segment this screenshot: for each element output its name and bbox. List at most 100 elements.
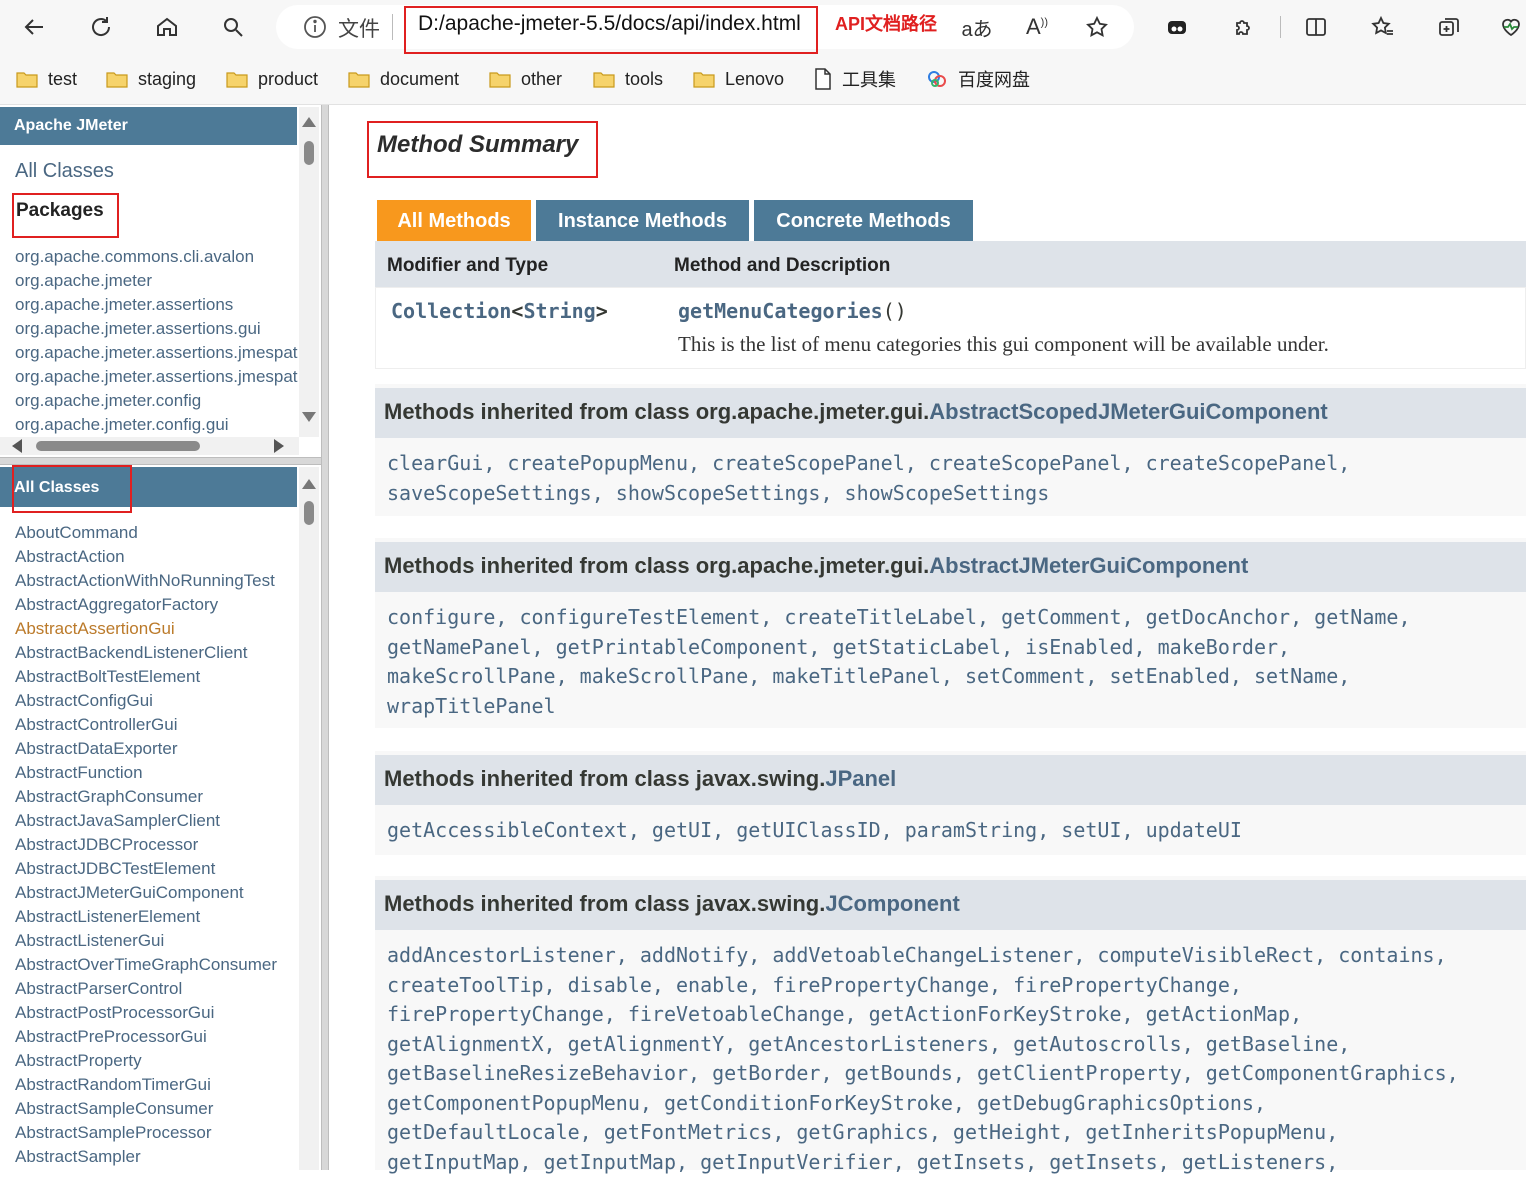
scroll-up-arrow-icon[interactable] xyxy=(302,117,316,127)
class-link[interactable]: AbstractJavaSamplerClient xyxy=(15,811,220,831)
translate-icon[interactable]: aあ xyxy=(958,8,996,46)
bookmark-label: staging xyxy=(138,68,197,89)
class-link[interactable]: AbstractOverTimeGraphConsumer xyxy=(15,955,277,975)
frame-splitter-horizontal[interactable] xyxy=(0,457,321,465)
back-icon[interactable] xyxy=(16,8,54,46)
inherited-class-link[interactable]: JPanel xyxy=(825,766,896,791)
package-link[interactable]: org.apache.jmeter.config xyxy=(15,391,298,411)
scroll-up-arrow-icon[interactable] xyxy=(302,479,316,489)
scroll-left-arrow-icon[interactable] xyxy=(12,439,22,453)
bookmark-staging[interactable]: staging xyxy=(106,66,196,92)
inherited-class-link[interactable]: AbstractScopedJMeterGuiComponent xyxy=(929,399,1328,424)
bookmark-lenovo[interactable]: Lenovo xyxy=(693,66,784,92)
all-classes-highlight-box xyxy=(12,465,132,513)
class-link[interactable]: AbstractListenerElement xyxy=(15,907,200,927)
inherited-class-link[interactable]: AbstractJMeterGuiComponent xyxy=(929,553,1248,578)
performance-icon[interactable] xyxy=(1496,8,1526,46)
method-description: This is the list of menu categories this… xyxy=(678,332,1329,356)
class-link[interactable]: AbstractPostProcessorGui xyxy=(15,1003,214,1023)
bookmark-tools[interactable]: tools xyxy=(593,66,663,92)
class-link[interactable]: AbstractSampleConsumer xyxy=(15,1099,213,1119)
class-link[interactable]: AbstractListenerGui xyxy=(15,931,164,951)
class-link[interactable]: AbstractControllerGui xyxy=(15,715,178,735)
toolbar-separator xyxy=(1280,16,1281,38)
class-link[interactable]: AbstractRandomTimerGui xyxy=(15,1075,211,1095)
class-link[interactable]: AboutCommand xyxy=(15,523,138,543)
bookmark-tools-cn[interactable]: 工具集 xyxy=(814,66,896,92)
cloud-icon xyxy=(928,71,946,87)
tab-all-methods[interactable]: All Methods xyxy=(377,200,531,241)
class-link-active[interactable]: AbstractAssertionGui xyxy=(15,619,175,639)
collections-icon[interactable] xyxy=(1430,8,1468,46)
bookmark-document[interactable]: document xyxy=(348,66,459,92)
all-classes-link[interactable]: All Classes xyxy=(15,160,114,183)
search-icon[interactable] xyxy=(214,8,252,46)
packages-highlight-box xyxy=(12,193,119,238)
packages-horizontal-scrollbar[interactable] xyxy=(0,437,299,455)
class-link[interactable]: AbstractPreProcessorGui xyxy=(15,1027,207,1047)
tab-instance-methods[interactable]: Instance Methods xyxy=(536,200,749,241)
scrollbar-thumb[interactable] xyxy=(36,441,200,451)
package-link[interactable]: org.apache.commons.cli.avalon xyxy=(15,247,298,267)
class-link[interactable]: AbstractAggregatorFactory xyxy=(15,595,218,615)
package-link[interactable]: org.apache.jmeter.assertions.gui xyxy=(15,319,298,339)
class-link[interactable]: AbstractProperty xyxy=(15,1051,142,1071)
inherited-methods-list[interactable]: getAccessibleContext, getUI, getUIClassI… xyxy=(387,816,1242,846)
favorites-icon[interactable] xyxy=(1364,8,1402,46)
class-link[interactable]: AbstractSampleProcessor xyxy=(15,1123,212,1143)
type-link-string[interactable]: String xyxy=(523,299,595,323)
bookmark-baidu-pan[interactable]: 百度网盘 xyxy=(926,66,1030,92)
classes-vertical-scrollbar[interactable] xyxy=(299,467,319,1170)
inherited-title: Methods inherited from class org.apache.… xyxy=(384,399,1328,425)
method-link-getmenucategories[interactable]: getMenuCategories xyxy=(678,299,883,323)
bookmark-label: tools xyxy=(625,68,664,89)
bookmark-test[interactable]: test xyxy=(16,66,77,92)
split-screen-icon[interactable] xyxy=(1297,8,1335,46)
bookmark-product[interactable]: product xyxy=(226,66,318,92)
bookmark-label: test xyxy=(48,68,78,89)
class-link[interactable]: AbstractJDBCProcessor xyxy=(15,835,198,855)
class-link[interactable]: AbstractFunction xyxy=(15,763,143,783)
class-link[interactable]: AbstractParserControl xyxy=(15,979,182,999)
tab-concrete-methods[interactable]: Concrete Methods xyxy=(754,200,973,241)
package-link[interactable]: org.apache.jmeter.config.gui xyxy=(15,415,298,435)
inherited-methods-list[interactable]: configure, configureTestElement, createT… xyxy=(387,603,1411,721)
refresh-icon[interactable] xyxy=(82,8,120,46)
inherited-methods-list[interactable]: addAncestorListener, addNotify, addVetoa… xyxy=(387,941,1459,1177)
class-link[interactable]: AbstractBoltTestElement xyxy=(15,667,200,687)
folder-icon xyxy=(16,71,38,88)
class-link[interactable]: AbstractActionWithNoRunningTest xyxy=(15,571,275,591)
return-type: Collection<String> xyxy=(391,299,608,323)
inherited-methods-list[interactable]: clearGui, createPopupMenu, createScopePa… xyxy=(387,449,1350,508)
bookmark-label: 工具集 xyxy=(842,70,896,90)
read-aloud-icon[interactable]: A)) xyxy=(1018,8,1056,46)
class-link[interactable]: AbstractGraphConsumer xyxy=(15,787,203,807)
packages-vertical-scrollbar[interactable] xyxy=(299,107,319,437)
scroll-down-arrow-icon[interactable] xyxy=(302,412,316,422)
class-link[interactable]: AbstractConfigGui xyxy=(15,691,153,711)
class-link[interactable]: AbstractDataExporter xyxy=(15,739,178,759)
home-icon[interactable] xyxy=(148,8,186,46)
puzzle-icon[interactable] xyxy=(1225,8,1263,46)
class-link[interactable]: AbstractSampler xyxy=(15,1147,141,1167)
class-link[interactable]: AbstractJMeterGuiComponent xyxy=(15,883,244,903)
package-link[interactable]: org.apache.jmeter xyxy=(15,271,298,291)
package-link[interactable]: org.apache.jmeter.assertions.jmespath.gu… xyxy=(15,367,298,387)
info-icon[interactable] xyxy=(302,14,328,40)
address-prefix: 文件 xyxy=(338,18,380,41)
package-link[interactable]: org.apache.jmeter.assertions xyxy=(15,295,298,315)
scrollbar-thumb[interactable] xyxy=(304,141,314,165)
class-link[interactable]: AbstractJDBCTestElement xyxy=(15,859,215,879)
type-link-collection[interactable]: Collection xyxy=(391,299,511,323)
scroll-right-arrow-icon[interactable] xyxy=(274,439,284,453)
favorite-star-icon[interactable] xyxy=(1078,8,1116,46)
bookmark-other[interactable]: other xyxy=(489,66,562,92)
inherited-class-link[interactable]: JComponent xyxy=(825,891,959,916)
class-link[interactable]: AbstractAction xyxy=(15,547,125,567)
package-link[interactable]: org.apache.jmeter.assertions.jmespath xyxy=(15,343,298,363)
frame-splitter-vertical[interactable] xyxy=(321,105,329,1170)
class-link[interactable]: AbstractBackendListenerClient xyxy=(15,643,247,663)
scrollbar-thumb[interactable] xyxy=(304,501,314,525)
folder-icon xyxy=(593,71,615,88)
extension-icon[interactable] xyxy=(1158,8,1196,46)
